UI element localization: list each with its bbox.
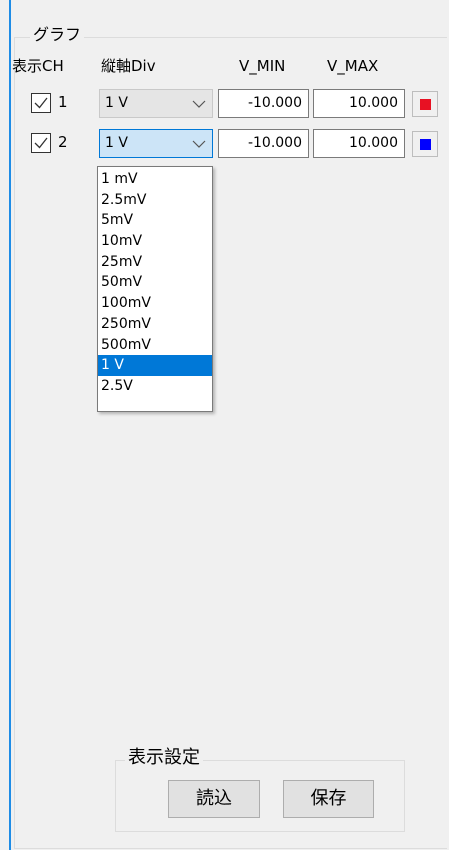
channel-2-v-max-input[interactable]: 10.000 (313, 129, 405, 158)
dropdown-option[interactable]: 2.5V (98, 376, 212, 397)
channel-2-v-min-input[interactable]: -10.000 (218, 129, 309, 158)
channel-2-div-select[interactable]: 1 V (99, 129, 213, 158)
header-display-ch: 表示CH (12, 57, 64, 75)
dropdown-option[interactable]: 500mV (98, 335, 212, 356)
checkmark-icon (34, 97, 48, 109)
chevron-down-icon (192, 100, 206, 108)
graph-group-title: グラフ (30, 25, 85, 45)
header-v-min: V_MIN (239, 57, 286, 75)
dropdown-option-selected[interactable]: 1 V (98, 355, 212, 376)
chevron-down-icon (192, 140, 206, 148)
channel-1-number: 1 (58, 93, 68, 111)
dropdown-option[interactable]: 100mV (98, 293, 212, 314)
header-vertical-div: 縦軸Div (101, 57, 156, 75)
channel-1-div-value: 1 V (105, 95, 128, 111)
channel-2-div-value: 1 V (105, 135, 128, 151)
channel-row-1: 1 1 V -10.000 10.000 (0, 88, 449, 118)
save-button[interactable]: 保存 (283, 780, 374, 818)
dropdown-option[interactable]: 50mV (98, 272, 212, 293)
channel-2-number: 2 (58, 133, 68, 151)
header-v-max: V_MAX (327, 57, 379, 75)
dropdown-option[interactable]: 250mV (98, 314, 212, 335)
dropdown-option[interactable]: 2.5mV (98, 190, 212, 211)
display-settings-title: 表示設定 (125, 746, 203, 770)
channel-2-color-swatch (420, 139, 431, 150)
channel-1-v-max-input[interactable]: 10.000 (313, 89, 405, 118)
dropdown-option[interactable]: 1 mV (98, 169, 212, 190)
channel-row-2: 2 1 V -10.000 10.000 (0, 128, 449, 158)
channel-1-checkbox[interactable] (31, 93, 51, 113)
checkmark-icon (34, 137, 48, 149)
channel-1-div-select[interactable]: 1 V (99, 89, 213, 118)
dropdown-option[interactable]: 5mV (98, 210, 212, 231)
div-dropdown-list: 1 mV 2.5mV 5mV 10mV 25mV 50mV 100mV 250m… (97, 166, 213, 412)
channel-1-color-button[interactable] (412, 91, 438, 117)
channel-2-checkbox[interactable] (31, 133, 51, 153)
channel-1-v-min-input[interactable]: -10.000 (218, 89, 309, 118)
load-button[interactable]: 読込 (168, 780, 260, 818)
channel-2-color-button[interactable] (412, 131, 438, 157)
channel-1-color-swatch (420, 99, 431, 110)
graph-group-frame (14, 37, 447, 849)
dropdown-option[interactable]: 25mV (98, 252, 212, 273)
dropdown-option[interactable]: 10mV (98, 231, 212, 252)
